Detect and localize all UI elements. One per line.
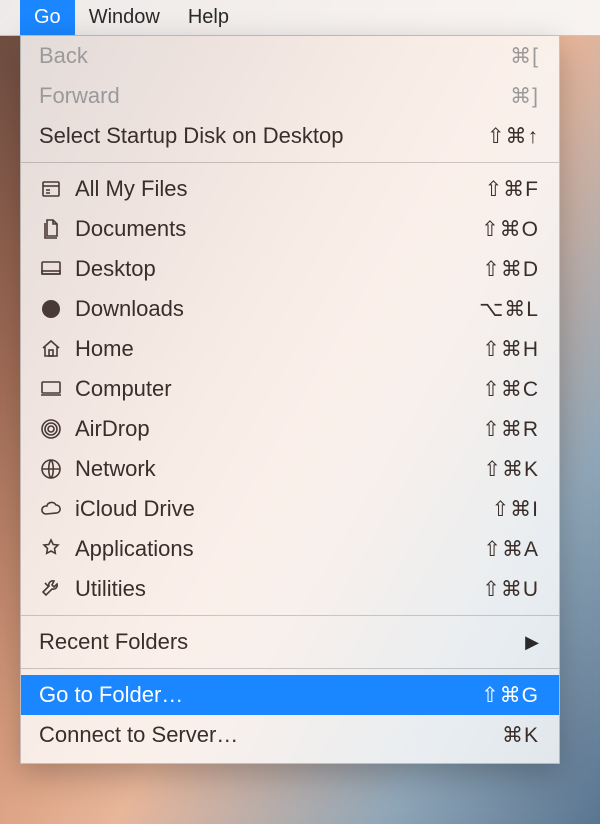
- menu-item-all-my-files[interactable]: All My Files ⇧⌘F: [21, 169, 559, 209]
- label: All My Files: [75, 176, 449, 202]
- applications-icon: [39, 537, 75, 561]
- shortcut: ⇧⌘H: [449, 337, 539, 362]
- label: iCloud Drive: [75, 496, 449, 522]
- menu-item-utilities[interactable]: Utilities ⇧⌘U: [21, 569, 559, 609]
- menu-help[interactable]: Help: [174, 0, 243, 35]
- shortcut: ⇧⌘I: [449, 497, 539, 522]
- label: Connect to Server…: [39, 722, 449, 748]
- separator: [21, 668, 559, 669]
- shortcut: ⇧⌘↑: [449, 124, 539, 149]
- menu-item-applications[interactable]: Applications ⇧⌘A: [21, 529, 559, 569]
- shortcut: ⇧⌘U: [449, 577, 539, 602]
- menu-item-forward: Forward ⌘]: [21, 76, 559, 116]
- all-my-files-icon: [39, 177, 75, 201]
- label: Network: [75, 456, 449, 482]
- label: Computer: [75, 376, 449, 402]
- network-icon: [39, 457, 75, 481]
- label: Go to Folder…: [39, 682, 449, 708]
- label: Forward: [39, 83, 449, 109]
- shortcut: ⇧⌘O: [449, 217, 539, 242]
- label: Utilities: [75, 576, 449, 602]
- menu-item-airdrop[interactable]: AirDrop ⇧⌘R: [21, 409, 559, 449]
- shortcut: ⇧⌘A: [449, 537, 539, 562]
- label: AirDrop: [75, 416, 449, 442]
- shortcut: ⇧⌘F: [449, 177, 539, 202]
- shortcut: ⌘[: [449, 44, 539, 69]
- menu-item-recent-folders[interactable]: Recent Folders ▶: [21, 622, 559, 662]
- menu-item-documents[interactable]: Documents ⇧⌘O: [21, 209, 559, 249]
- label: Select Startup Disk on Desktop: [39, 123, 449, 149]
- desktop-icon: [39, 257, 75, 281]
- shortcut: ⇧⌘K: [449, 457, 539, 482]
- menu-item-downloads[interactable]: Downloads ⌥⌘L: [21, 289, 559, 329]
- menu-item-home[interactable]: Home ⇧⌘H: [21, 329, 559, 369]
- documents-icon: [39, 217, 75, 241]
- menu-item-computer[interactable]: Computer ⇧⌘C: [21, 369, 559, 409]
- label: Back: [39, 43, 449, 69]
- shortcut: ⌘]: [449, 84, 539, 109]
- menu-item-go-to-folder[interactable]: Go to Folder… ⇧⌘G: [21, 675, 559, 715]
- menu-go[interactable]: Go: [20, 0, 75, 35]
- shortcut: ⇧⌘C: [449, 377, 539, 402]
- menubar: Go Window Help: [0, 0, 600, 36]
- go-menu-dropdown: Back ⌘[ Forward ⌘] Select Startup Disk o…: [20, 36, 560, 764]
- utilities-icon: [39, 577, 75, 601]
- shortcut: ⌥⌘L: [449, 297, 539, 322]
- home-icon: [39, 337, 75, 361]
- label: Downloads: [75, 296, 449, 322]
- label: Home: [75, 336, 449, 362]
- menu-item-network[interactable]: Network ⇧⌘K: [21, 449, 559, 489]
- shortcut: ⇧⌘D: [449, 257, 539, 282]
- label: Recent Folders: [39, 629, 525, 655]
- menu-window[interactable]: Window: [75, 0, 174, 35]
- label: Documents: [75, 216, 449, 242]
- menu-item-connect-to-server[interactable]: Connect to Server… ⌘K: [21, 715, 559, 755]
- shortcut: ⌘K: [449, 723, 539, 748]
- menu-item-select-startup-disk[interactable]: Select Startup Disk on Desktop ⇧⌘↑: [21, 116, 559, 156]
- separator: [21, 162, 559, 163]
- computer-icon: [39, 377, 75, 401]
- submenu-arrow-icon: ▶: [525, 632, 539, 653]
- label: Desktop: [75, 256, 449, 282]
- airdrop-icon: [39, 417, 75, 441]
- separator: [21, 615, 559, 616]
- shortcut: ⇧⌘G: [449, 683, 539, 708]
- label: Applications: [75, 536, 449, 562]
- menu-item-icloud-drive[interactable]: iCloud Drive ⇧⌘I: [21, 489, 559, 529]
- icloud-icon: [39, 497, 75, 521]
- downloads-icon: [39, 297, 75, 321]
- menu-item-back: Back ⌘[: [21, 36, 559, 76]
- shortcut: ⇧⌘R: [449, 417, 539, 442]
- menu-item-desktop[interactable]: Desktop ⇧⌘D: [21, 249, 559, 289]
